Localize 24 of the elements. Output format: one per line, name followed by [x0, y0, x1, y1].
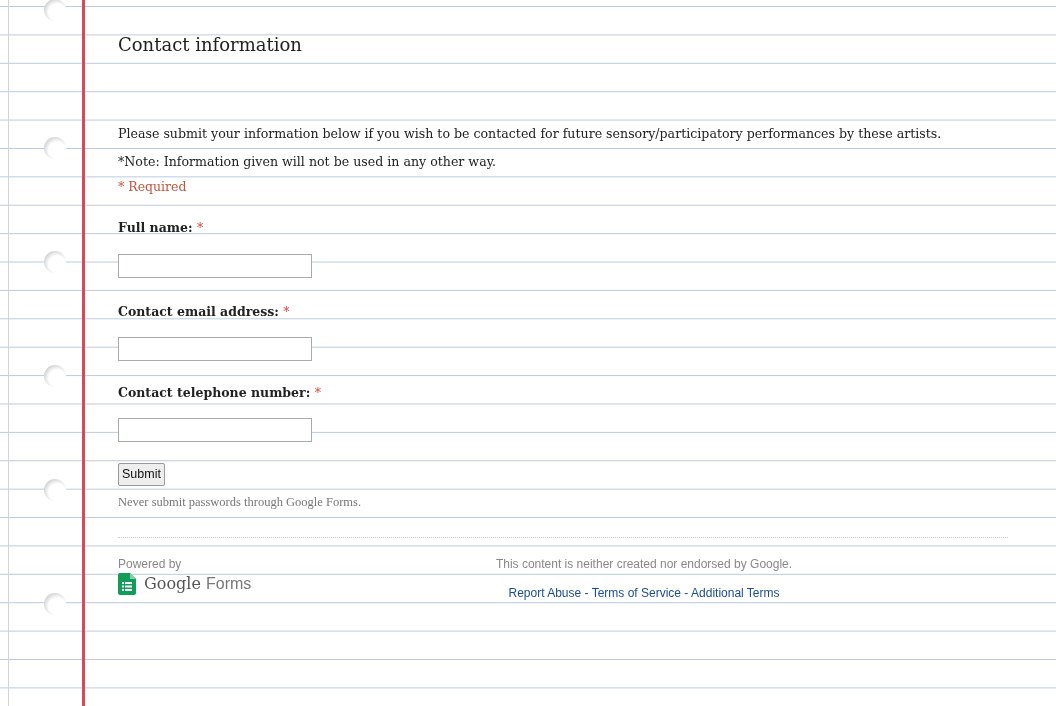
input-field[interactable]	[118, 336, 312, 361]
field-label: Full name: *	[118, 218, 205, 237]
required-asterisk: *	[283, 303, 290, 319]
required-note: * Required	[118, 177, 188, 196]
footer-link[interactable]: Report Abuse	[508, 585, 582, 600]
disclaimer-text: This content is neither created nor endorsed by Google.	[494, 555, 794, 572]
link-separator: -	[584, 585, 589, 600]
field-label: Contact email address: *	[118, 302, 291, 321]
brand-name: Google Forms	[144, 572, 252, 595]
field-label: Contact telephone number: *	[118, 383, 322, 402]
submit-button[interactable]: Submit	[118, 462, 165, 486]
forms-logo-icon	[118, 572, 136, 595]
form-note: *Note: Information given will not be used in any other way.	[118, 153, 498, 172]
required-asterisk: *	[314, 384, 321, 400]
link-separator: -	[684, 585, 689, 600]
form-title: Contact information	[118, 33, 303, 57]
footer-link[interactable]: Terms of Service	[591, 585, 681, 600]
powered-by-text: Powered by	[118, 555, 183, 572]
input-field[interactable]	[118, 253, 312, 278]
input-field[interactable]	[118, 417, 312, 442]
form-description: Please submit your information below if you wish to be contacted for future sensory/participatory performances by these artists.	[118, 125, 943, 143]
password-warning: Never submit passwords through Google Forms.	[118, 493, 363, 511]
required-asterisk: *	[196, 219, 204, 235]
footer-link[interactable]: Additional Terms	[691, 585, 780, 600]
